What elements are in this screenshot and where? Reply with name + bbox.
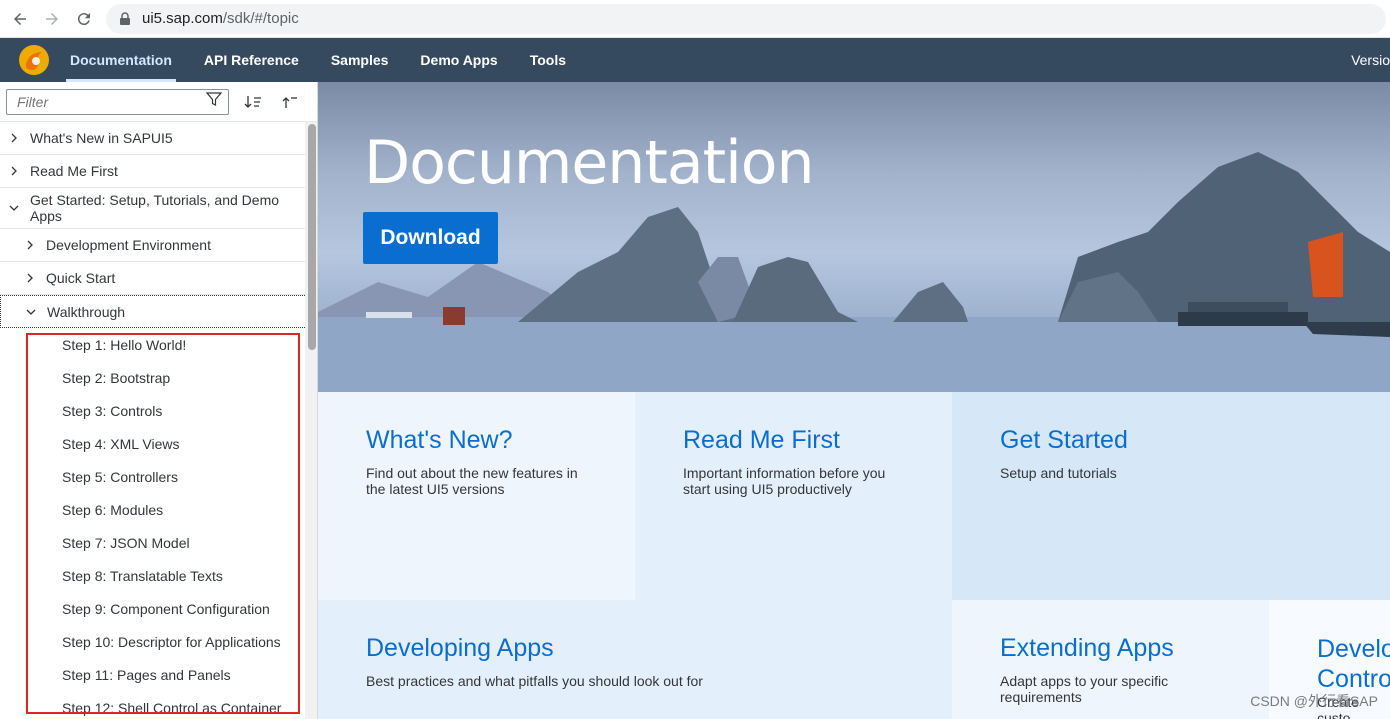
sort-descending-icon	[244, 95, 261, 108]
chevron-right-icon[interactable]	[6, 133, 22, 143]
tile-title: Extending Apps	[1000, 634, 1174, 662]
tab-demo-apps[interactable]: Demo Apps	[404, 38, 513, 82]
tree-item-step[interactable]: Step 2: Bootstrap	[0, 361, 317, 394]
tab-api-reference[interactable]: API Reference	[188, 38, 315, 82]
sort-button[interactable]	[235, 87, 271, 117]
tree-item-label: Development Environment	[46, 237, 211, 253]
reload-button[interactable]	[68, 3, 100, 35]
tile-get-started[interactable]: Get Started Setup and tutorials	[952, 392, 1390, 600]
address-bar[interactable]: ui5.sap.com /sdk/#/topic	[106, 3, 1386, 34]
tile-developing-apps[interactable]: Developing Apps Best practices and what …	[318, 600, 952, 719]
tree-item-step[interactable]: Step 1: Hello World!	[0, 328, 317, 361]
back-button[interactable]	[4, 3, 36, 35]
watermark: CSDN @外行看SAP	[1250, 693, 1378, 709]
main-content: Documentation Download What's New? Find …	[318, 82, 1390, 719]
filter-toolbar	[0, 82, 317, 122]
tile-description: Setup and tutorials	[1000, 465, 1117, 481]
tree-item-step[interactable]: Step 7: JSON Model	[0, 526, 317, 559]
filter-input[interactable]	[17, 93, 206, 110]
filter-field[interactable]	[6, 88, 229, 115]
tile-extending-apps[interactable]: Extending Apps Adapt apps to your specif…	[952, 600, 1269, 719]
tree-item-label: Quick Start	[46, 270, 116, 286]
step-label: Step 5: Controllers	[62, 468, 178, 485]
tile-title: Read Me First	[683, 426, 840, 454]
tree-item-step[interactable]: Step 11: Pages and Panels	[0, 658, 317, 691]
step-label: Step 11: Pages and Panels	[62, 666, 231, 683]
tile-title: Develo Contro	[1317, 635, 1390, 693]
lock-icon	[118, 11, 132, 26]
chevron-down-icon[interactable]	[23, 307, 39, 317]
step-label: Step 1: Hello World!	[62, 336, 187, 353]
sidebar-scrollbar[interactable]	[305, 122, 317, 719]
step-label: Step 7: JSON Model	[62, 534, 190, 551]
download-button[interactable]: Download	[363, 212, 498, 264]
tile-title: Developing Apps	[366, 634, 554, 662]
app-header: Documentation API Reference Samples Demo…	[0, 38, 1390, 82]
ui5-logo-icon[interactable]	[14, 38, 54, 82]
step-label: Step 3: Controls	[62, 402, 163, 419]
tile-description: Important information before you start u…	[683, 465, 886, 497]
forward-button[interactable]	[36, 3, 68, 35]
tree-item-step[interactable]: Step 12: Shell Control as Container	[0, 691, 317, 719]
tree-item-quick-start[interactable]: Quick Start	[0, 262, 317, 295]
step-label: Step 9: Component Configuration	[62, 600, 270, 617]
url-host: ui5.sap.com	[142, 10, 223, 27]
tree-item-step[interactable]: Step 6: Modules	[0, 493, 317, 526]
arrow-left-icon	[14, 12, 26, 25]
collapse-all-button[interactable]	[271, 87, 307, 117]
tree-item-get-started[interactable]: Get Started: Setup, Tutorials, and Demo …	[0, 188, 317, 229]
tree-item-walkthrough[interactable]: Walkthrough	[0, 295, 317, 328]
tree-item-step[interactable]: Step 9: Component Configuration	[0, 592, 317, 625]
tree-item-development-environment[interactable]: Development Environment	[0, 229, 317, 262]
tree-item-step[interactable]: Step 4: XML Views	[0, 427, 317, 460]
chevron-right-icon[interactable]	[22, 273, 38, 283]
tree-item-label: Walkthrough	[47, 303, 126, 320]
sidebar: What's New in SAPUI5 Read Me First Get S…	[0, 82, 318, 719]
tree-item-whats-new[interactable]: What's New in SAPUI5	[0, 122, 317, 155]
hero-title: Documentation	[364, 128, 815, 198]
step-label: Step 8: Translatable Texts	[62, 567, 223, 584]
tree-item-step[interactable]: Step 8: Translatable Texts	[0, 559, 317, 592]
version-link[interactable]: Versio	[1351, 38, 1390, 82]
step-label: Step 6: Modules	[62, 501, 164, 518]
tree-item-label: Read Me First	[30, 163, 118, 179]
tile-description: Find out about the new features in the l…	[366, 465, 578, 497]
browser-toolbar: ui5.sap.com /sdk/#/topic	[0, 0, 1390, 38]
tile-title: Get Started	[1000, 426, 1128, 454]
tab-documentation[interactable]: Documentation	[54, 38, 188, 82]
step-label: Step 12: Shell Control as Container	[62, 699, 282, 716]
chevron-right-icon[interactable]	[6, 166, 22, 176]
tree-item-step[interactable]: Step 3: Controls	[0, 394, 317, 427]
tile-description: Best practices and what pitfalls you sho…	[366, 673, 703, 689]
tree-item-label: Get Started: Setup, Tutorials, and Demo …	[30, 192, 280, 224]
tile-read-me-first[interactable]: Read Me First Important information befo…	[635, 392, 952, 600]
step-label: Step 4: XML Views	[62, 435, 180, 452]
topic-tree: What's New in SAPUI5 Read Me First Get S…	[0, 122, 317, 719]
tree-item-label: What's New in SAPUI5	[30, 130, 173, 146]
tab-samples[interactable]: Samples	[315, 38, 405, 82]
tree-item-step[interactable]: Step 10: Descriptor for Applications	[0, 625, 317, 658]
chevron-down-icon[interactable]	[6, 203, 22, 213]
collapse-all-icon	[282, 96, 297, 108]
step-label: Step 10: Descriptor for Applications	[62, 633, 281, 650]
filter-icon[interactable]	[205, 91, 223, 112]
tree-item-step[interactable]: Step 5: Controllers	[0, 460, 317, 493]
hero-banner: Documentation Download	[318, 82, 1390, 392]
arrow-right-icon	[46, 12, 58, 25]
tree-item-read-me-first[interactable]: Read Me First	[0, 155, 317, 188]
tile-description: Adapt apps to your specific requirements	[1000, 673, 1169, 705]
chevron-right-icon[interactable]	[22, 240, 38, 250]
url-path: /sdk/#/topic	[222, 10, 299, 27]
scrollbar-thumb[interactable]	[308, 124, 316, 350]
tab-tools[interactable]: Tools	[514, 38, 582, 82]
tile-whats-new[interactable]: What's New? Find out about the new featu…	[318, 392, 635, 600]
step-label: Step 2: Bootstrap	[62, 369, 171, 386]
tile-title: What's New?	[366, 426, 513, 454]
reload-icon	[77, 12, 90, 25]
